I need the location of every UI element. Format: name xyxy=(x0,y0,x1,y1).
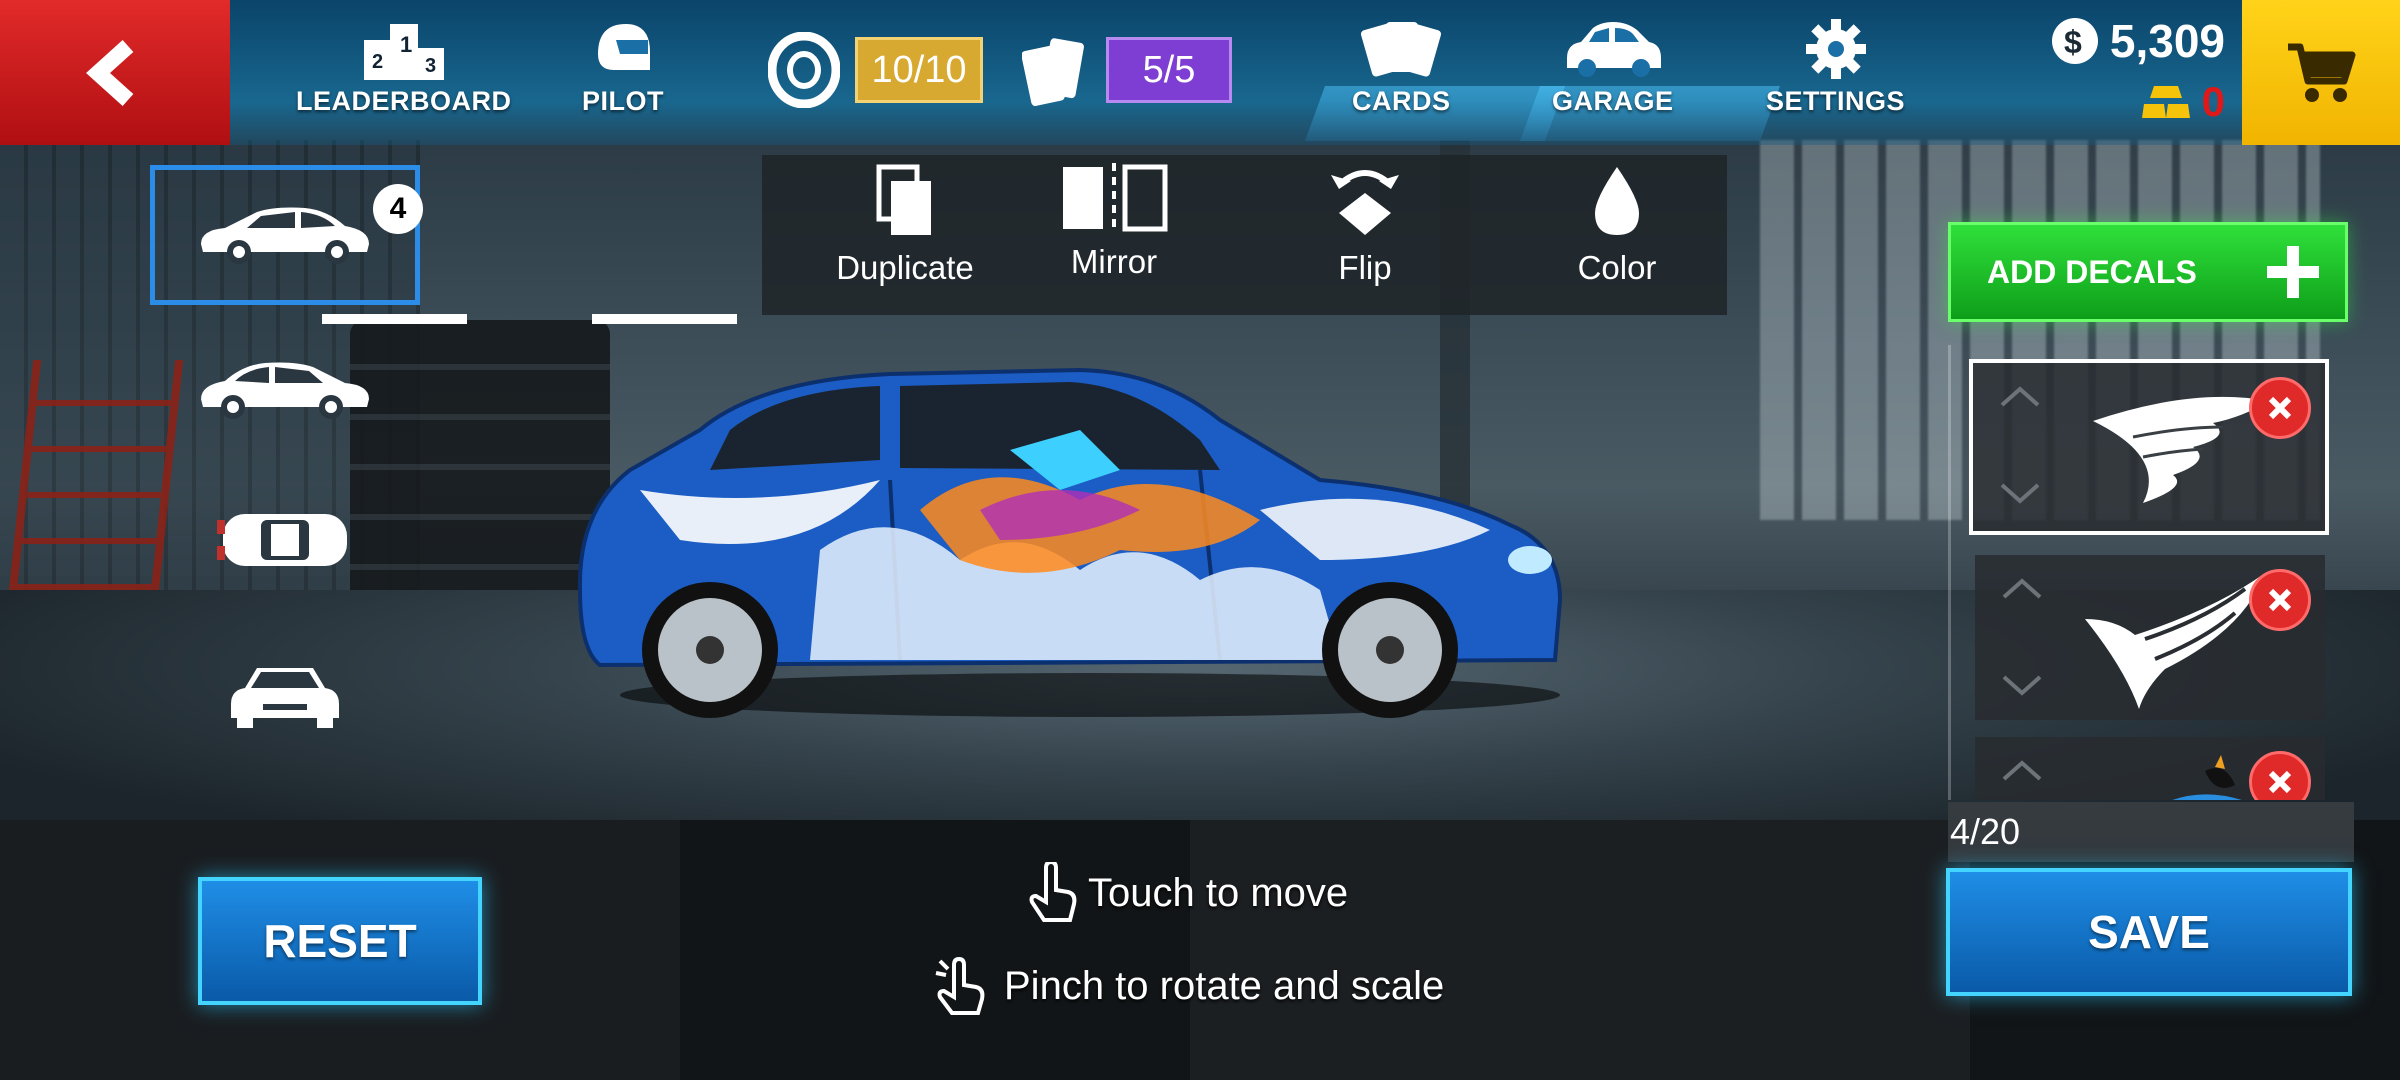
pinch-hand-icon xyxy=(935,956,985,1015)
swoosh-decal-thumbnail xyxy=(2085,573,2265,709)
podium-icon: 1 2 3 xyxy=(363,24,444,80)
nav-settings[interactable]: SETTINGS xyxy=(1766,18,1905,117)
mirror-label: Mirror xyxy=(1070,243,1158,280)
move-hint: Touch to move xyxy=(1028,862,1348,924)
money-value: 5,309 xyxy=(2109,15,2225,67)
chevron-up-icon[interactable] xyxy=(1998,385,2042,409)
add-decals-button[interactable]: ADD DECALS xyxy=(1948,222,2348,322)
decal-count-badge: 4 xyxy=(373,184,423,234)
tickets-counter: 5/5 xyxy=(1106,37,1232,103)
mirror-button[interactable]: Mirror xyxy=(1014,163,1214,281)
close-icon xyxy=(2268,588,2292,612)
chevron-down-icon[interactable] xyxy=(1998,481,2042,505)
nav-pilot-label: PILOT xyxy=(582,86,664,116)
nav-leaderboard[interactable]: 1 2 3 LEADERBOARD xyxy=(296,18,512,117)
svg-text:$: $ xyxy=(2064,24,2082,60)
view-indicator xyxy=(592,314,737,324)
chevron-down-icon[interactable] xyxy=(2000,673,2044,697)
nav-pilot[interactable]: PILOT xyxy=(582,18,664,117)
gear-icon xyxy=(1805,19,1866,79)
save-button[interactable]: SAVE xyxy=(1946,868,2352,996)
nav-garage[interactable]: GARAGE xyxy=(1552,18,1674,117)
wing-decal-thumbnail xyxy=(2093,396,2269,503)
helmet-icon xyxy=(598,24,650,70)
flip-button[interactable]: Flip xyxy=(1265,163,1465,287)
nav-settings-label: SETTINGS xyxy=(1766,86,1906,116)
car-side-icon xyxy=(201,362,369,419)
delete-decal-button[interactable] xyxy=(2249,569,2311,631)
gold-bars-icon xyxy=(2141,86,2190,118)
cart-icon xyxy=(2288,43,2356,102)
car-icon xyxy=(1566,22,1661,77)
decal-item[interactable] xyxy=(1975,737,2325,800)
money-display: $ 5,309 xyxy=(2050,14,2225,68)
chevron-up-icon[interactable] xyxy=(2000,759,2044,783)
nav-cards[interactable]: CARDS xyxy=(1352,18,1451,117)
chevron-up-icon[interactable] xyxy=(2000,577,2044,601)
duplicate-label: Duplicate xyxy=(836,249,974,286)
duplicate-icon xyxy=(876,164,931,235)
water-drop-icon xyxy=(1595,167,1639,235)
tickets-icon xyxy=(1022,38,1084,106)
view-side-front[interactable]: 4 xyxy=(150,165,423,305)
tire-icon xyxy=(768,32,840,108)
gold-value: 0 xyxy=(2201,78,2225,125)
shop-cart-button[interactable] xyxy=(2242,0,2400,145)
gold-display: 0 xyxy=(2141,78,2225,126)
view-top[interactable] xyxy=(150,470,420,610)
rotate-hint: Pinch to rotate and scale xyxy=(932,955,1444,1017)
nav-cards-label: CARDS xyxy=(1352,86,1451,116)
reset-button[interactable]: RESET xyxy=(198,877,482,1005)
close-icon xyxy=(2268,770,2292,794)
nav-garage-label: GARAGE xyxy=(1552,86,1674,116)
flip-label: Flip xyxy=(1338,249,1392,286)
graffiti-decal-thumbnail xyxy=(2172,755,2242,800)
car-top-icon xyxy=(217,514,347,566)
decal-item[interactable] xyxy=(1975,555,2325,720)
plus-icon xyxy=(2267,246,2319,298)
duplicate-button[interactable]: Duplicate xyxy=(805,163,1005,287)
move-hint-text: Touch to move xyxy=(1088,870,1349,915)
decal-count: 4/20 xyxy=(1948,802,2354,862)
dollar-coin-icon: $ xyxy=(2051,18,2098,64)
back-button[interactable] xyxy=(0,0,230,145)
delete-decal-button[interactable] xyxy=(2249,751,2311,800)
add-decals-label: ADD DECALS xyxy=(1987,253,2197,290)
view-side-back[interactable] xyxy=(150,320,420,460)
color-button[interactable]: Color xyxy=(1517,163,1717,287)
car-side-icon xyxy=(201,207,369,264)
delete-decal-button[interactable] xyxy=(2249,377,2311,439)
customized-car[interactable] xyxy=(560,360,1620,720)
close-icon xyxy=(2268,396,2292,420)
cards-icon xyxy=(1361,22,1442,77)
svg-text:1: 1 xyxy=(400,32,412,57)
decal-layer-list[interactable] xyxy=(1948,345,2348,800)
svg-text:3: 3 xyxy=(425,55,436,77)
svg-text:2: 2 xyxy=(372,51,383,73)
decal-tools-panel: Duplicate Mirror Flip Color xyxy=(762,155,1727,315)
rotate-hint-text: Pinch to rotate and scale xyxy=(1004,963,1445,1008)
nav-leaderboard-label: LEADERBOARD xyxy=(296,86,512,116)
chevron-left-icon xyxy=(86,39,134,106)
car-front-icon xyxy=(231,668,339,728)
touch-hand-icon xyxy=(1029,862,1077,922)
decal-item[interactable] xyxy=(1969,359,2329,535)
color-label: Color xyxy=(1577,249,1657,286)
tires-counter: 10/10 xyxy=(855,37,983,103)
view-front[interactable] xyxy=(150,625,420,765)
flip-icon xyxy=(1331,170,1399,235)
mirror-icon xyxy=(1063,163,1168,233)
